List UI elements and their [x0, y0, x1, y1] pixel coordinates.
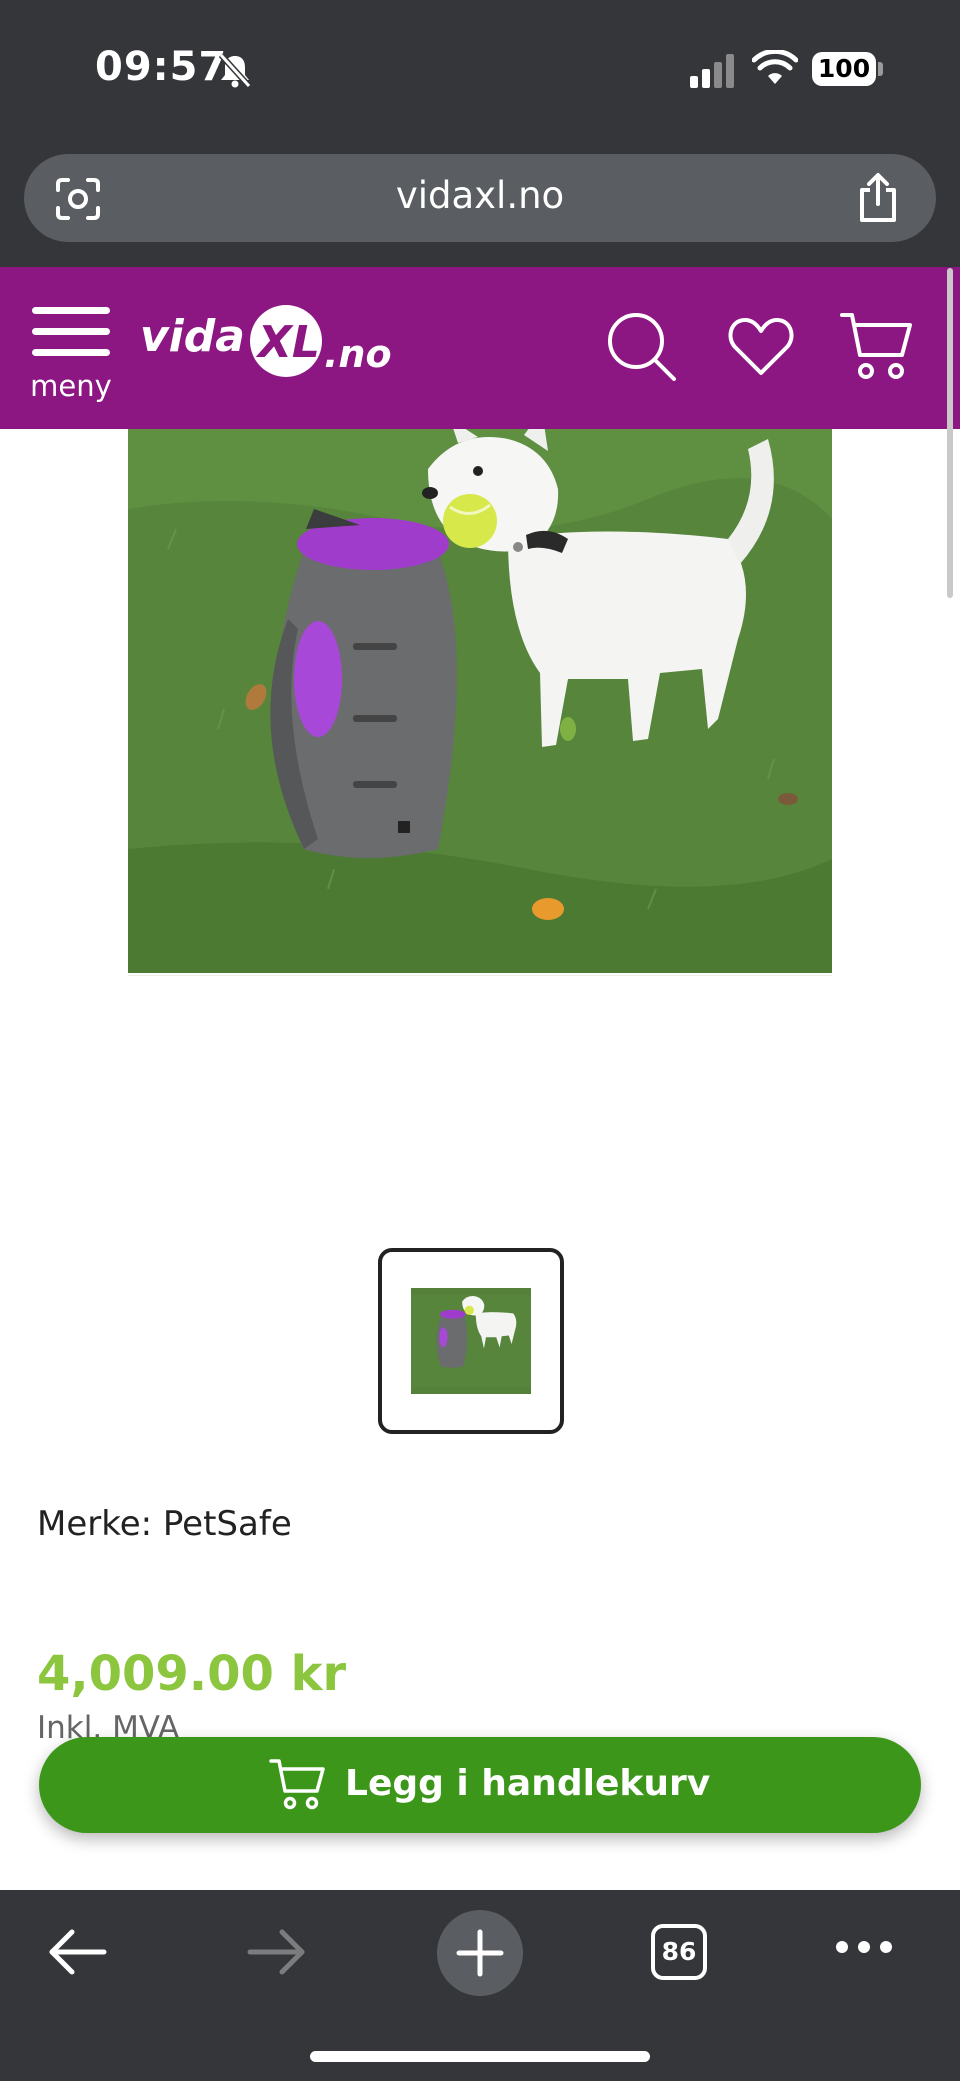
share-icon[interactable] — [854, 172, 902, 224]
more-icon[interactable] — [834, 1936, 894, 1958]
scrollbar-thumb[interactable] — [947, 268, 953, 598]
bell-slash-icon — [218, 52, 252, 88]
vidaxl-logo[interactable]: vida XL .no — [140, 293, 400, 393]
wifi-icon — [752, 50, 798, 84]
status-time: 09:57 — [95, 44, 228, 90]
svg-text:.no: .no — [324, 332, 392, 376]
url-text[interactable]: vidaxl.no — [24, 174, 936, 217]
battery-icon: 100 — [812, 52, 876, 86]
svg-text:XL: XL — [255, 317, 320, 368]
url-bar[interactable]: vidaxl.no — [24, 154, 936, 242]
search-icon[interactable] — [606, 311, 678, 383]
cart-icon — [269, 1759, 325, 1810]
hamburger-menu-icon — [32, 307, 110, 357]
browser-top-chrome: 09:57 100 vidaxl.no — [0, 0, 960, 267]
svg-text:vida: vida — [140, 311, 245, 362]
product-image[interactable] — [128, 429, 832, 973]
thumbnail-image — [411, 1288, 531, 1394]
product-price: 4,009.00 kr — [37, 1646, 347, 1702]
menu-button[interactable]: meny — [28, 305, 114, 405]
menu-label: meny — [30, 369, 112, 403]
battery-tip — [878, 62, 883, 76]
new-tab-button[interactable] — [437, 1910, 523, 1996]
signal-icon — [690, 54, 734, 88]
home-indicator[interactable] — [310, 2051, 650, 2062]
product-brand: Merke: PetSafe — [37, 1504, 292, 1544]
add-to-cart-label: Legg i handlekurv — [345, 1763, 711, 1804]
arrow-right-icon[interactable] — [246, 1926, 308, 1978]
image-divider — [128, 975, 832, 976]
add-to-cart-button[interactable]: Legg i handlekurv — [39, 1737, 921, 1833]
tabs-icon[interactable]: 86 — [651, 1924, 707, 1980]
plus-icon — [456, 1929, 504, 1977]
product-thumbnail[interactable] — [378, 1248, 564, 1434]
cart-icon[interactable] — [840, 309, 916, 383]
heart-icon[interactable] — [728, 315, 794, 377]
site-header: meny vida XL .no — [0, 267, 960, 429]
arrow-left-icon[interactable] — [46, 1926, 108, 1978]
